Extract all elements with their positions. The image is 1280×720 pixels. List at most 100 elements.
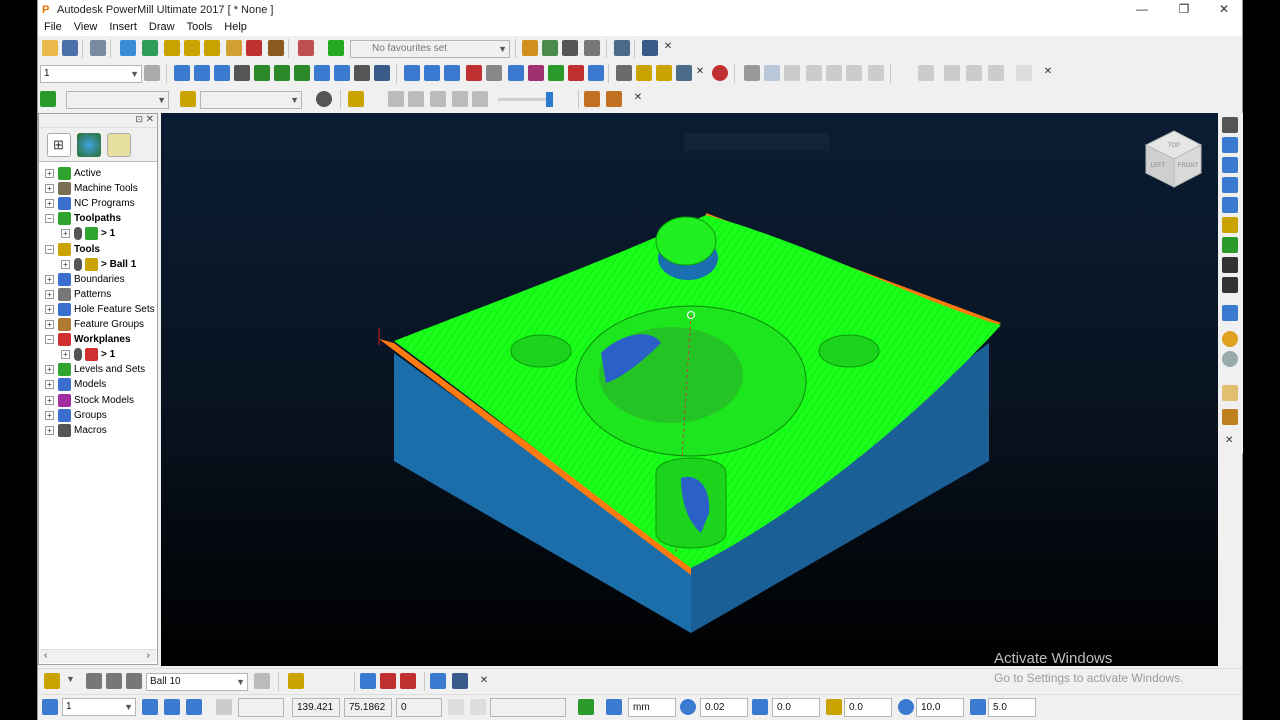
go-end-icon[interactable] xyxy=(472,91,488,107)
view-front-icon[interactable] xyxy=(784,65,800,81)
thickness-icon[interactable] xyxy=(752,699,768,715)
view-undo-icon[interactable] xyxy=(1222,409,1238,425)
print-icon[interactable] xyxy=(90,40,106,56)
tool-database-icon[interactable] xyxy=(164,40,180,56)
rapid-move-icon[interactable] xyxy=(142,40,158,56)
expand-toggle-icon[interactable]: + xyxy=(61,229,70,239)
save-project-icon[interactable] xyxy=(62,40,78,56)
transform-icon[interactable] xyxy=(614,40,630,56)
tree-item[interactable]: + Groups xyxy=(45,408,107,423)
points-icon[interactable] xyxy=(466,65,482,81)
scroll-right-icon[interactable]: › xyxy=(147,650,150,661)
binoculars-icon[interactable] xyxy=(642,40,658,56)
lightbulb-icon[interactable] xyxy=(316,91,332,107)
view-bottom-icon[interactable] xyxy=(868,65,884,81)
view-box-icon[interactable] xyxy=(1222,277,1238,293)
view-select-icon[interactable] xyxy=(1222,385,1238,401)
tree-item[interactable]: + > 1 xyxy=(61,347,115,362)
tree-item[interactable]: + Active xyxy=(45,166,101,181)
lightbulb-icon[interactable] xyxy=(74,348,82,362)
tool-icon[interactable] xyxy=(44,673,60,689)
menu-insert[interactable]: Insert xyxy=(103,19,143,36)
calculator-icon[interactable] xyxy=(562,40,578,56)
open-project-icon[interactable] xyxy=(42,40,58,56)
tool-edit-icon[interactable] xyxy=(106,673,122,689)
expand-toggle-icon[interactable]: + xyxy=(45,184,54,194)
view-cube-left-label[interactable]: LEFT xyxy=(1151,163,1166,169)
zoom-box-icon[interactable] xyxy=(944,65,960,81)
link-icon[interactable] xyxy=(508,65,524,81)
shaded-icon[interactable] xyxy=(424,65,440,81)
tool-shade-toggle-icon[interactable] xyxy=(254,673,270,689)
axial-thickness-icon[interactable] xyxy=(826,699,842,715)
view-top-icon[interactable] xyxy=(764,65,780,81)
nc-program-tool-icon[interactable] xyxy=(294,65,310,81)
sim-options-icon[interactable] xyxy=(584,91,600,107)
close-button[interactable]: ✕ xyxy=(1204,0,1244,19)
expand-toggle-icon[interactable]: − xyxy=(45,244,54,254)
go-start-icon[interactable] xyxy=(388,91,404,107)
view-back-icon[interactable] xyxy=(806,65,822,81)
view-right-icon[interactable] xyxy=(846,65,862,81)
tree-item[interactable]: − Tools xyxy=(45,242,100,257)
sim-table-icon[interactable] xyxy=(606,91,622,107)
tree-item[interactable]: + Levels and Sets xyxy=(45,362,145,377)
pencil-icon[interactable] xyxy=(430,673,446,689)
explorer-tree-tab[interactable]: ⊞ xyxy=(47,133,71,157)
view-cube-back-icon[interactable] xyxy=(1222,157,1238,173)
tree-item[interactable]: + > Ball 1 xyxy=(61,257,136,272)
step-icon[interactable] xyxy=(348,91,364,107)
recycle-bin-tab-icon[interactable] xyxy=(107,133,131,157)
snap-icon[interactable] xyxy=(448,699,464,715)
scroll-left-icon[interactable]: ‹ xyxy=(44,650,47,661)
pin-icon[interactable]: ⊡ xyxy=(135,114,143,125)
tool-holder-shade-icon[interactable] xyxy=(656,65,672,81)
expand-toggle-icon[interactable]: − xyxy=(45,214,54,224)
menu-tools[interactable]: Tools xyxy=(181,19,219,36)
toolpath-sim-icon[interactable] xyxy=(40,91,56,107)
tree-item[interactable]: + Feature Groups xyxy=(45,317,144,332)
thickness-field[interactable]: 0.0 xyxy=(772,698,820,717)
tree-item[interactable]: + Machine Tools xyxy=(45,181,138,196)
view-cube-front-icon[interactable] xyxy=(1222,137,1238,153)
workplane-align-icon[interactable] xyxy=(142,699,158,715)
workplane-edit-icon[interactable] xyxy=(186,699,202,715)
tree-item[interactable]: + Hole Feature Sets xyxy=(45,302,155,317)
expand-toggle-icon[interactable]: + xyxy=(61,259,70,269)
tree-item[interactable]: + Patterns xyxy=(45,287,111,302)
menu-view[interactable]: View xyxy=(68,19,104,36)
spin-icon[interactable] xyxy=(1016,65,1032,81)
y-coordinate-field[interactable]: 75.1862 xyxy=(344,698,392,717)
view-cube-left-icon[interactable] xyxy=(1222,177,1238,193)
workplane-create-icon[interactable] xyxy=(164,699,180,715)
z-coordinate-field[interactable]: 0 xyxy=(396,698,442,717)
axial-thickness-field[interactable]: 0.0 xyxy=(844,698,892,717)
tool-select[interactable]: Ball 10 ▼ xyxy=(146,673,248,691)
toolbar-close-icon[interactable]: ✕ xyxy=(632,92,644,103)
play-icon[interactable] xyxy=(430,91,446,107)
record-icon[interactable] xyxy=(712,65,728,81)
level-tool-icon[interactable] xyxy=(274,65,290,81)
tree-item[interactable]: + Stock Models xyxy=(45,393,134,408)
toolpath-active-icon[interactable] xyxy=(328,40,344,56)
feature-edit-icon[interactable] xyxy=(360,673,376,689)
section-icon[interactable] xyxy=(588,65,604,81)
view-refresh-icon[interactable] xyxy=(1222,237,1238,253)
create-tool-icon[interactable] xyxy=(184,40,200,56)
tree-item[interactable]: + NC Programs xyxy=(45,196,135,211)
right-toolbar-close-icon[interactable]: ✕ xyxy=(1225,435,1233,446)
stepover-icon[interactable] xyxy=(970,699,986,715)
zoom-icon[interactable] xyxy=(918,65,934,81)
start-end-point-icon[interactable] xyxy=(268,40,284,56)
view-top-down-icon[interactable] xyxy=(1222,117,1238,133)
menu-file[interactable]: File xyxy=(38,19,68,36)
tolerance-field[interactable]: 0.02 xyxy=(700,698,748,717)
expand-toggle-icon[interactable]: + xyxy=(45,365,54,375)
view-cross-icon[interactable] xyxy=(1222,257,1238,273)
leads-links-icon[interactable] xyxy=(246,40,262,56)
expand-toggle-icon[interactable]: + xyxy=(45,380,54,390)
expand-toggle-icon[interactable]: + xyxy=(61,350,70,360)
step-forward-icon[interactable] xyxy=(452,91,468,107)
stock-model-tool-icon[interactable] xyxy=(234,65,250,81)
chevron-down-icon[interactable]: ▼ xyxy=(66,674,75,684)
